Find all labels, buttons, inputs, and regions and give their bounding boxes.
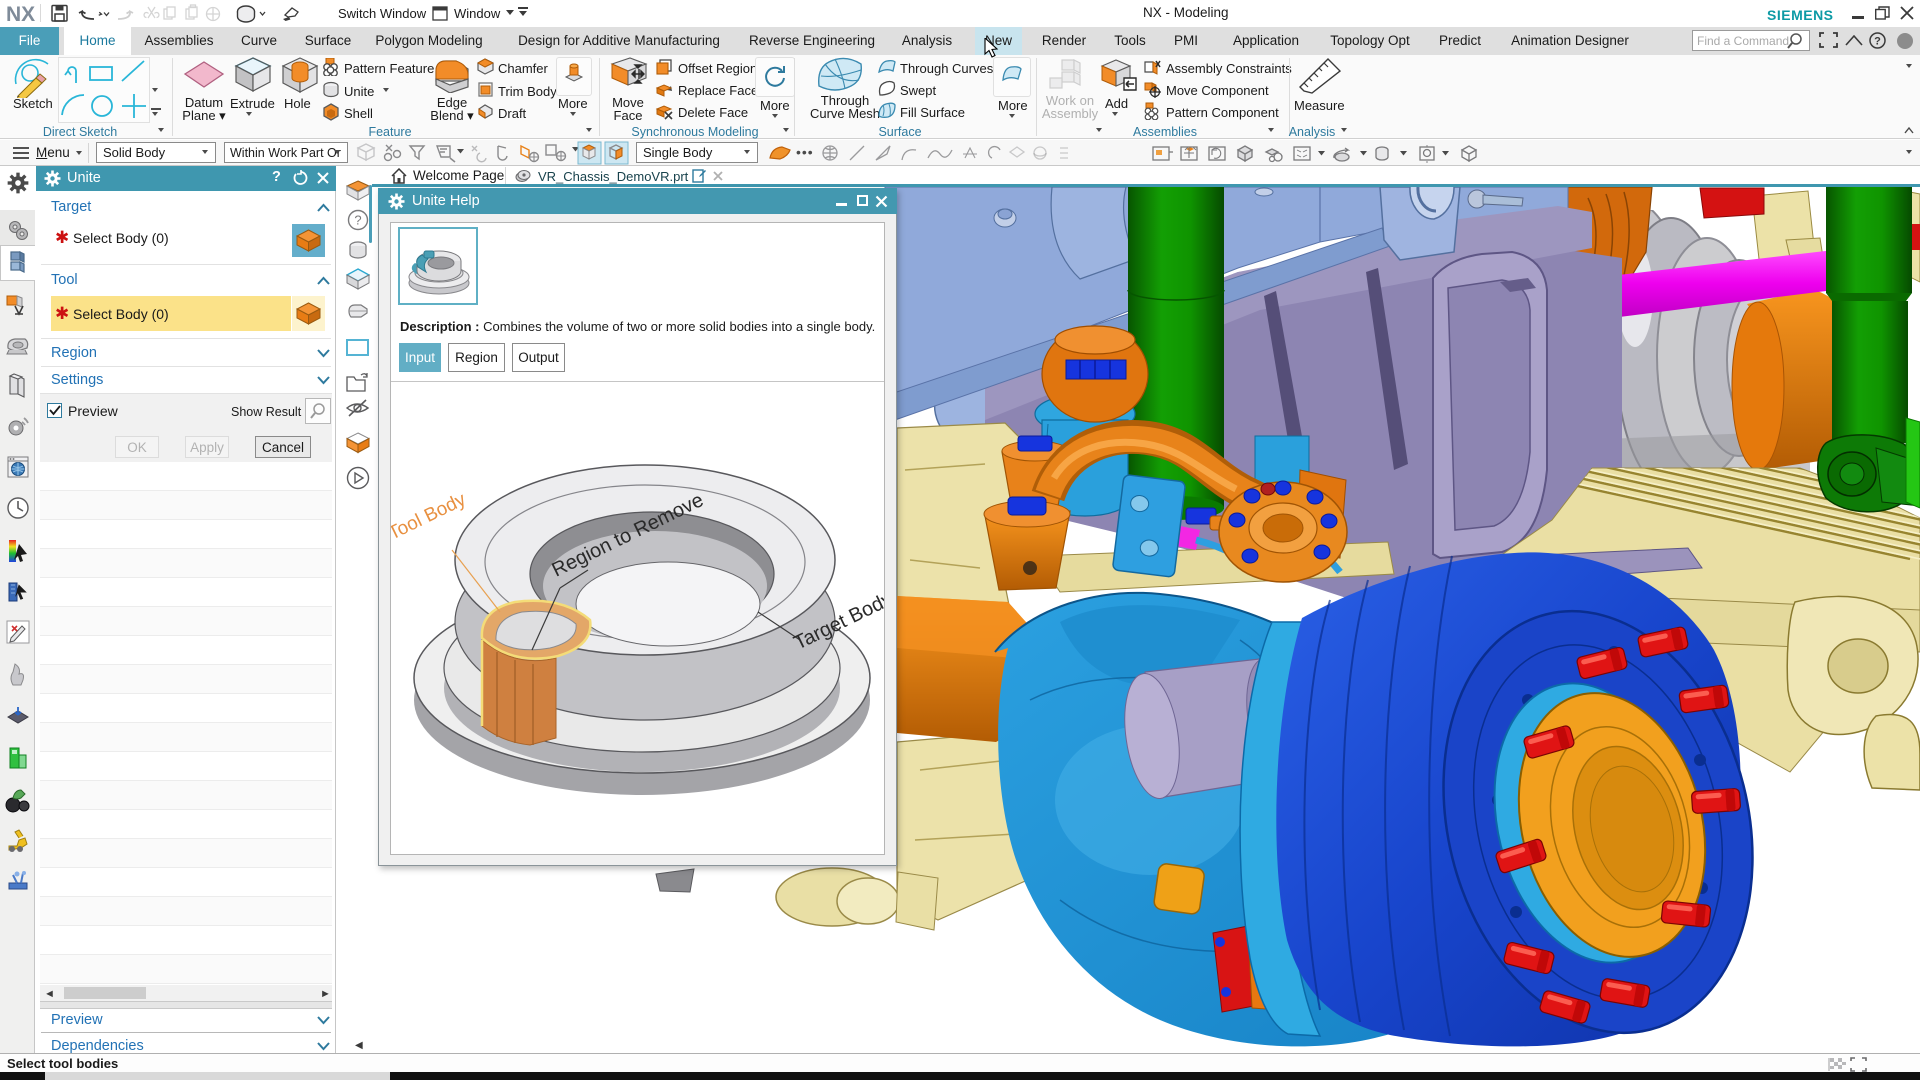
svg-text:?: ?	[354, 213, 361, 228]
svg-text:?: ?	[1874, 36, 1881, 48]
svg-text:Tool Body: Tool Body	[391, 489, 470, 545]
